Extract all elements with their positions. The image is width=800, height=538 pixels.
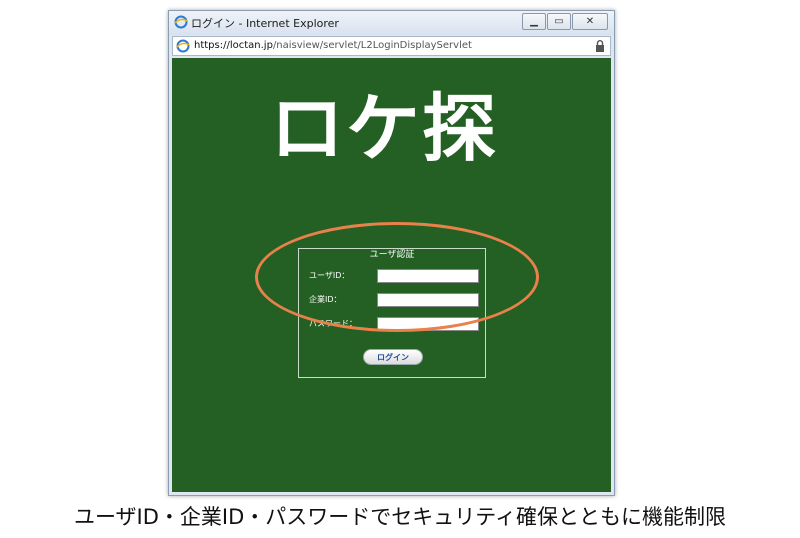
- close-button[interactable]: ✕: [572, 13, 608, 30]
- password-row: パスワード：: [309, 317, 479, 331]
- auth-legend: ユーザ認証: [299, 242, 485, 261]
- slide: ログイン - Internet Explorer ▁ ▭ ✕ https://l…: [0, 0, 800, 538]
- user-id-input[interactable]: [377, 269, 479, 283]
- address-bar[interactable]: https://loctan.jp/naisview/servlet/L2Log…: [172, 36, 611, 56]
- user-id-row: ユーザID：: [309, 269, 479, 283]
- title-bar: ログイン - Internet Explorer ▁ ▭ ✕: [169, 11, 614, 35]
- browser-window: ログイン - Internet Explorer ▁ ▭ ✕ https://l…: [168, 10, 615, 496]
- login-button[interactable]: ログイン: [363, 349, 423, 365]
- logo: ロケ探: [270, 86, 498, 172]
- company-id-label: 企業ID：: [309, 295, 342, 304]
- company-id-row: 企業ID：: [309, 293, 479, 307]
- user-id-label: ユーザID：: [309, 271, 350, 280]
- window-controls: ▁ ▭ ✕: [522, 13, 608, 30]
- password-input[interactable]: [377, 317, 479, 331]
- password-label: パスワード：: [309, 319, 357, 328]
- url-path: /naisview/servlet/L2LoginDisplayServlet: [272, 40, 472, 51]
- minimize-button[interactable]: ▁: [522, 13, 546, 30]
- window-title: ログイン - Internet Explorer: [191, 17, 339, 30]
- auth-fieldset: ユーザ認証 ユーザID： 企業ID： パスワード： ログイン: [298, 248, 486, 378]
- url-host: https://loctan.jp: [194, 40, 273, 51]
- url-text: https://loctan.jp/naisview/servlet/L2Log…: [194, 40, 472, 51]
- internet-explorer-icon: [176, 39, 190, 53]
- lock-icon[interactable]: [595, 40, 605, 52]
- internet-explorer-icon: [174, 15, 188, 29]
- maximize-button[interactable]: ▭: [547, 13, 571, 30]
- auth-legend-text: ユーザ認証: [365, 250, 419, 260]
- caption: ユーザID・企業ID・パスワードでセキュリティ確保とともに機能制限: [73, 505, 727, 529]
- page-content: ロケ探 ユーザ認証 ユーザID： 企業ID： パスワード： ログイン: [172, 58, 611, 492]
- company-id-input[interactable]: [377, 293, 479, 307]
